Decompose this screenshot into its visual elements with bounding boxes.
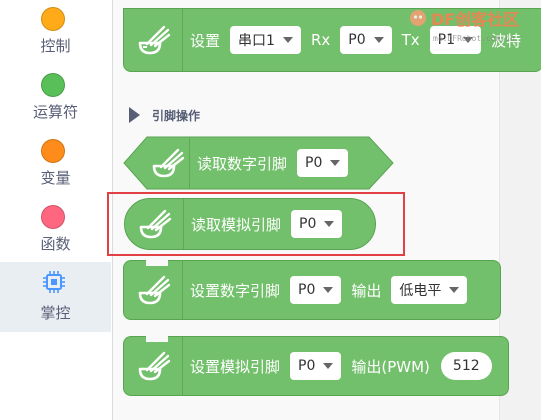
category-operators[interactable]: 运算符	[0, 66, 111, 124]
dropdown-value: P0	[298, 282, 316, 298]
extension-icon	[138, 275, 171, 305]
block-label: 设置数字引脚	[190, 281, 281, 300]
category-label: 函数	[40, 235, 71, 253]
category-functions[interactable]: 函数	[0, 198, 111, 256]
caret-down-icon	[330, 160, 341, 166]
block-notch	[146, 336, 168, 342]
category-mpython[interactable]: 掌控	[0, 262, 111, 332]
highlight-box	[107, 192, 405, 256]
category-label: 控制	[40, 37, 71, 55]
extension-icon	[152, 148, 185, 178]
extension-icon	[138, 351, 171, 381]
watermark-url: mc.DFRobot.com.cn	[433, 34, 515, 43]
pin-dropdown[interactable]: P0	[297, 149, 349, 177]
read-digital-block[interactable]: 读取数字引脚 P0	[145, 137, 351, 189]
category-sidebar: 控制 运算符 变量 函数 掌控	[0, 0, 113, 420]
tx-label: Tx	[401, 31, 420, 49]
category-variables-dot	[41, 139, 65, 163]
block-divider	[189, 137, 190, 189]
category-operators-dot	[41, 73, 65, 97]
section-header-pin-operations[interactable]: 引脚操作	[129, 104, 200, 126]
block-notch	[146, 260, 168, 266]
category-functions-dot	[41, 205, 65, 229]
extension-icon-box	[124, 9, 183, 71]
category-control[interactable]: 控制	[0, 0, 111, 58]
block-label: 设置模拟引脚	[190, 357, 281, 376]
extension-icon-box	[124, 261, 183, 319]
category-control-dot	[41, 7, 65, 31]
extension-icon-box	[145, 137, 189, 189]
caret-down-icon	[373, 37, 384, 43]
dropdown-value: 低电平	[399, 283, 442, 299]
category-label: 掌控	[40, 304, 71, 322]
pin-dropdown[interactable]: P0	[290, 276, 342, 304]
dropdown-value: P0	[298, 358, 316, 374]
dropdown-value: P0	[348, 32, 366, 48]
dropdown-value: 串口1	[238, 33, 275, 49]
category-label: 运算符	[32, 103, 78, 121]
site-watermark: DF创客社区 mc.DFRobot.com.cn	[409, 6, 520, 43]
collapse-triangle-icon	[129, 107, 140, 123]
caret-down-icon	[282, 37, 293, 43]
pwm-value-input[interactable]: 512	[440, 352, 492, 380]
set-digital-block[interactable]: 设置数字引脚 P0 输出 低电平	[123, 260, 501, 320]
category-label: 变量	[40, 169, 71, 187]
block-label: 读取数字引脚	[197, 154, 288, 173]
chip-icon	[43, 271, 65, 293]
dropdown-value: P0	[305, 155, 323, 171]
level-dropdown[interactable]: 低电平	[391, 276, 468, 304]
pin-dropdown[interactable]: P0	[290, 352, 342, 380]
set-analog-block[interactable]: 设置模拟引脚 P0 输出(PWM) 512	[123, 336, 509, 396]
pwm-value: 512	[452, 358, 480, 374]
caret-down-icon	[323, 363, 334, 369]
caret-down-icon	[449, 287, 460, 293]
rx-pin-dropdown[interactable]: P0	[340, 26, 392, 54]
port-dropdown[interactable]: 串口1	[230, 26, 301, 54]
output-pwm-label: 输出(PWM)	[351, 357, 430, 376]
block-label: 设置	[190, 31, 221, 50]
watermark-brand: DF创客社区	[431, 10, 520, 29]
category-variables[interactable]: 变量	[0, 132, 111, 190]
caret-down-icon	[323, 287, 334, 293]
rx-label: Rx	[310, 31, 331, 49]
extension-icon	[138, 25, 171, 55]
extension-icon-box	[124, 337, 183, 395]
output-label: 输出	[351, 281, 382, 300]
section-title: 引脚操作	[152, 108, 201, 123]
robot-logo-icon	[410, 10, 426, 26]
